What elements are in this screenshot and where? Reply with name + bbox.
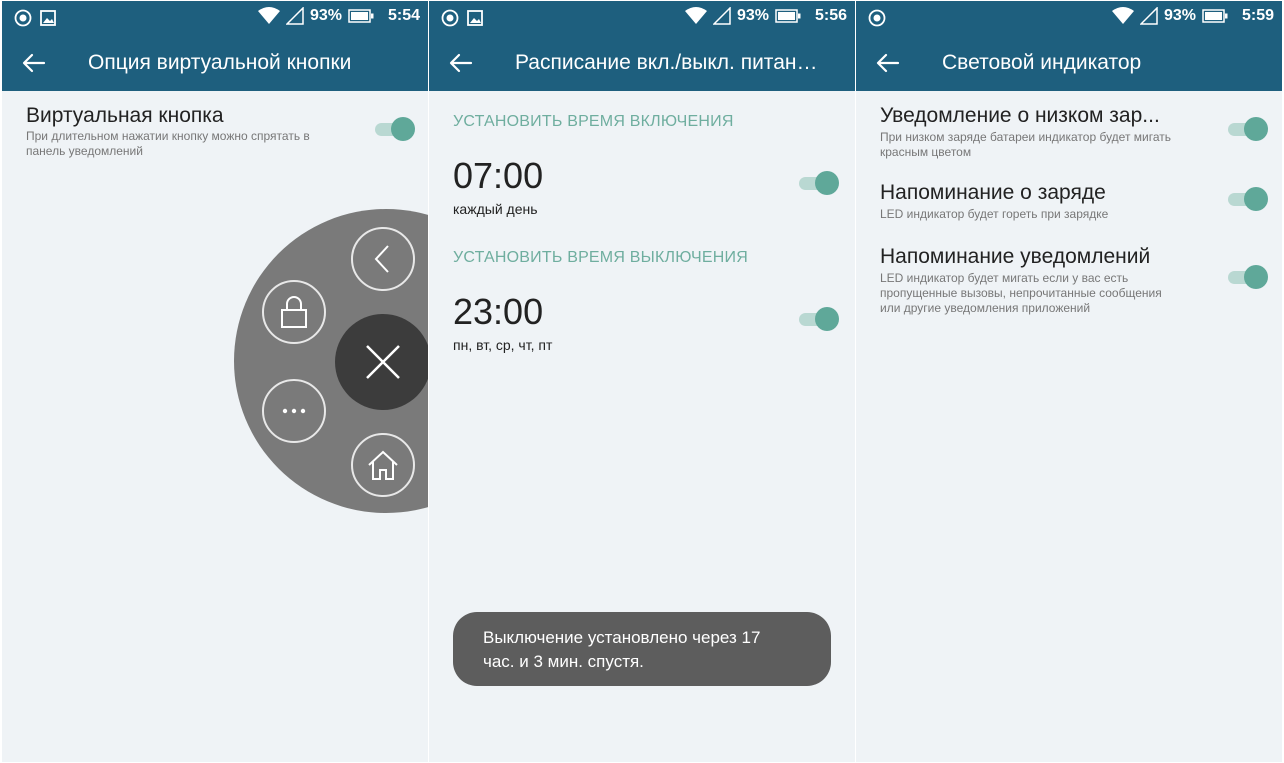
record-icon <box>868 9 886 27</box>
charging-reminder-title: Напоминание о заряде <box>880 181 1106 204</box>
charging-reminder-subtitle: LED индикатор будет гореть при зарядке <box>880 207 1109 221</box>
virtual-button-title: Виртуальная кнопка <box>26 104 224 127</box>
led-indicator-screen: 93% 5:59 Световой индикатор Уведомление … <box>856 1 1282 762</box>
lock-icon <box>281 296 307 328</box>
battery-percent: 93% <box>309 7 342 24</box>
page-title: Опция виртуальной кнопки <box>88 51 352 74</box>
wifi-icon <box>684 7 707 24</box>
record-icon <box>441 9 459 27</box>
clock: 5:59 <box>1241 7 1274 24</box>
signal-icon <box>285 7 304 25</box>
notification-reminder-toggle[interactable] <box>1226 263 1270 291</box>
wifi-icon <box>257 7 280 24</box>
power-off-toggle[interactable] <box>797 305 841 333</box>
power-on-time[interactable]: 07:00 <box>453 155 543 197</box>
more-button[interactable] <box>262 379 326 443</box>
page-title: Расписание вкл./выкл. питан… <box>515 51 818 74</box>
back-arrow-icon[interactable] <box>874 49 902 77</box>
power-on-toggle[interactable] <box>797 169 841 197</box>
power-schedule-screen: 93% 5:56 Расписание вкл./выкл. питан… УС… <box>429 1 855 762</box>
more-icon <box>282 408 306 414</box>
image-icon <box>467 10 483 26</box>
wifi-icon <box>1111 7 1134 24</box>
status-bar: 93% 5:54 <box>2 1 428 33</box>
home-icon <box>368 450 398 480</box>
low-battery-subtitle: При низком заряде батареи индикатор буде… <box>880 130 1172 159</box>
low-battery-toggle[interactable] <box>1226 115 1270 143</box>
home-button[interactable] <box>351 433 415 497</box>
chevron-left-icon <box>374 245 389 273</box>
back-arrow-icon[interactable] <box>447 49 475 77</box>
clock: 5:54 <box>387 7 420 24</box>
battery-icon <box>348 9 374 23</box>
app-bar: Световой индикатор <box>856 33 1282 91</box>
signal-icon <box>1139 7 1158 25</box>
image-icon <box>40 10 56 26</box>
clock: 5:56 <box>814 7 847 24</box>
back-arrow-icon[interactable] <box>20 49 48 77</box>
battery-icon <box>1202 9 1228 23</box>
lock-button[interactable] <box>262 280 326 344</box>
power-on-section-header: УСТАНОВИТЬ ВРЕМЯ ВКЛЮЧЕНИЯ <box>453 113 734 130</box>
battery-percent: 93% <box>736 7 769 24</box>
status-bar: 93% 5:56 <box>429 1 855 33</box>
power-on-days: каждый день <box>453 201 538 217</box>
page-title: Световой индикатор <box>942 51 1142 74</box>
virtual-button-screen: 93% 5:54 Опция виртуальной кнопки Виртуа… <box>2 1 428 762</box>
virtual-button-subtitle: При длительном нажатии кнопку можно спря… <box>26 129 310 158</box>
notification-reminder-title: Напоминание уведомлений <box>880 245 1151 268</box>
notification-reminder-subtitle: LED индикатор будет мигать если у вас ес… <box>880 271 1162 315</box>
app-bar: Расписание вкл./выкл. питан… <box>429 33 855 91</box>
app-bar: Опция виртуальной кнопки <box>2 33 428 91</box>
power-off-time[interactable]: 23:00 <box>453 291 543 333</box>
low-battery-title: Уведомление о низком зар... <box>880 104 1160 127</box>
battery-percent: 93% <box>1163 7 1196 24</box>
close-button[interactable] <box>335 314 428 410</box>
chevron-left-button[interactable] <box>351 227 415 291</box>
power-off-section-header: УСТАНОВИТЬ ВРЕМЯ ВЫКЛЮЧЕНИЯ <box>453 249 748 266</box>
toast-message: Выключение установлено через 17 час. и 3… <box>453 612 831 686</box>
charging-reminder-toggle[interactable] <box>1226 185 1270 213</box>
power-off-days: пн, вт, ср, чт, пт <box>453 337 553 353</box>
signal-icon <box>712 7 731 25</box>
virtual-button-toggle[interactable] <box>373 115 417 143</box>
close-icon <box>366 345 400 379</box>
status-bar: 93% 5:59 <box>856 1 1282 33</box>
battery-icon <box>775 9 801 23</box>
record-icon <box>14 9 32 27</box>
